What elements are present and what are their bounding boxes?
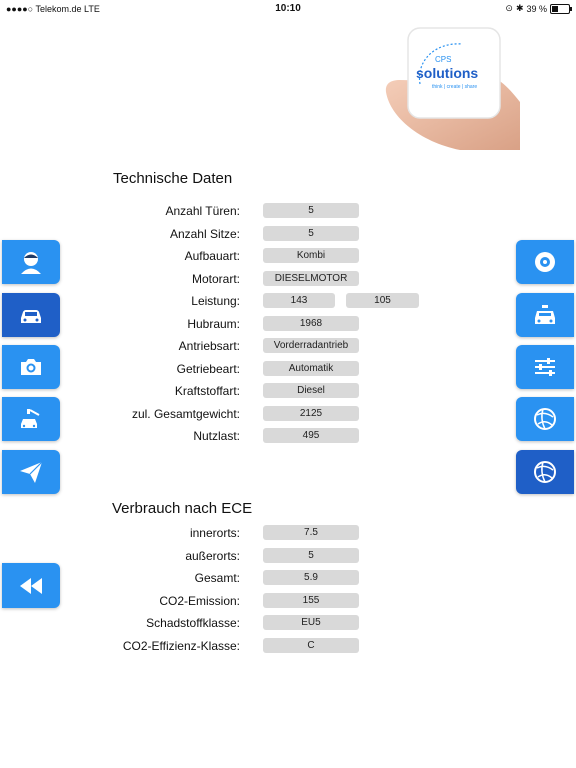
car-wash-icon [21,409,40,428]
nav-globe-active-button[interactable] [516,450,574,494]
nav-person-button[interactable] [2,240,60,284]
value-field: DIESELMOTOR [263,270,359,286]
nav-car-button[interactable] [2,293,60,337]
nav-globe-button[interactable] [516,397,574,441]
row-label: Kraftstoffart: [174,384,240,398]
back-button[interactable] [2,563,60,608]
row-label: CO2-Effizienz-Klasse: [122,638,240,653]
value-field: 7.5 [263,525,359,540]
value-field: Kombi [263,248,359,263]
battery-icon [550,3,572,14]
bluetooth-icon: ✱ [515,3,524,13]
row-label: Anzahl Sitze: [169,226,240,241]
lock-rotation-icon: ⊙ [505,3,513,13]
taxi-icon [535,305,555,324]
value-field: 143 [263,293,335,308]
nav-camera-button[interactable] [2,345,60,389]
section-title-technische-daten: Technische Daten [113,170,233,187]
value-field: 2125 [263,405,359,421]
status-right: ⊙ ✱ 39 % [505,3,572,14]
value-field: Vorderradantrieb [263,338,359,353]
logo-line3: think | create | share [432,84,477,90]
row-label: Aufbauart: [184,249,240,263]
row-label: Hubraum: [187,316,240,331]
row-label: Getriebeart: [176,361,240,376]
row-label: Schadstoffklasse: [146,616,240,630]
section-title-verbrauch: Verbrauch nach ECE [112,500,253,517]
logo-line1: CPS [435,55,451,64]
status-bar: ●●●●○ Telekom.de LTE 10:10 ⊙ ✱ 39 % [0,0,576,18]
nav-tire-button[interactable] [516,240,574,284]
person-icon [21,252,41,274]
nav-sliders-button[interactable] [516,345,574,389]
globe-icon [534,461,556,483]
sliders-icon [535,358,555,376]
value-field: 495 [263,428,359,443]
cps-solutions-logo: CPS solutions think | create | share [385,27,520,150]
status-time: 10:10 [275,3,301,14]
value-field: EU5 [263,615,359,630]
value-field: 1968 [263,315,359,331]
value-field: Diesel [263,383,359,398]
row-label: Gesamt: [194,571,240,585]
send-icon [20,461,43,483]
row-label: Antriebsart: [178,339,240,353]
value-field: 5 [263,203,359,218]
value-field: Automatik [263,360,359,376]
value-field: 5 [263,225,359,241]
value-field: 5.9 [263,570,359,585]
tire-icon [535,252,555,272]
value-field: 105 [346,293,419,308]
globe-icon [534,408,556,430]
nav-send-button[interactable] [2,450,60,494]
nav-car-wash-button[interactable] [2,397,60,441]
row-label: außerorts: [185,548,240,563]
row-label: Motorart: [191,271,240,286]
car-icon [21,310,41,323]
logo-line2: solutions [416,65,478,81]
row-label: Anzahl Türen: [165,204,241,218]
row-label: CO2-Emission: [159,593,240,608]
row-label: Leistung: [191,294,240,308]
row-label: zul. Gesamtgewicht: [131,406,240,421]
row-label: Nutzlast: [193,429,240,443]
nav-taxi-button[interactable] [516,293,574,337]
value-field: 155 [263,592,359,608]
camera-icon [21,359,41,375]
battery-percent: 39 % [526,3,547,14]
value-field: 5 [263,547,359,563]
value-field: C [263,637,359,653]
rewind-icon [20,577,42,594]
row-label: innerorts: [189,526,240,540]
